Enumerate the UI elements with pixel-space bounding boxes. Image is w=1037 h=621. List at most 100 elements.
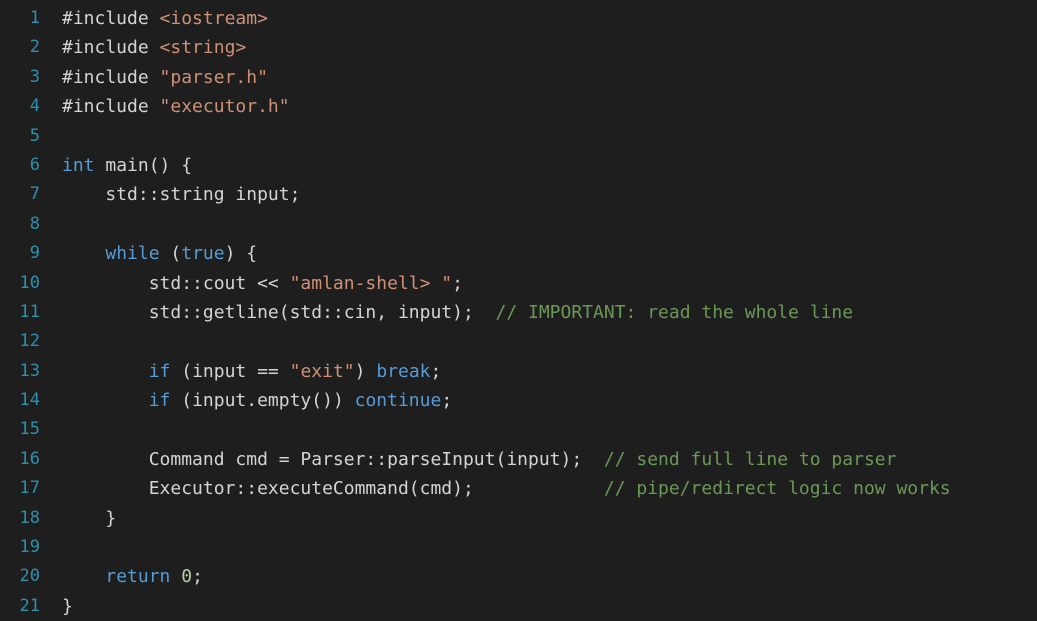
code-token-directive: #include — [62, 96, 160, 118]
code-line[interactable]: 5 — [0, 122, 1037, 151]
code-line[interactable]: 6 int main() { — [0, 151, 1037, 180]
code-token-plain: Command cmd = Parser::parseInput(input); — [62, 448, 604, 470]
code-token-plain: std::string input; — [62, 184, 301, 206]
code-line[interactable]: 11 std::getline(std::cin, input); // IMP… — [0, 298, 1037, 327]
code-token-control: if — [148, 360, 171, 382]
line-code[interactable]: if (input.empty()) continue; — [52, 386, 1037, 415]
line-code[interactable]: } — [52, 504, 1037, 533]
line-code[interactable]: #include "executor.h" — [52, 92, 1037, 121]
code-line[interactable]: 18 } — [0, 504, 1037, 533]
line-code[interactable]: return 0; — [52, 562, 1037, 591]
line-number: 8 — [29, 213, 40, 234]
code-line[interactable]: 8 — [0, 210, 1037, 239]
line-code[interactable] — [52, 210, 1037, 239]
code-token-string: "executor.h" — [159, 96, 290, 118]
code-line[interactable]: 4 #include "executor.h" — [0, 92, 1037, 121]
line-code[interactable]: while (true) { — [52, 239, 1037, 268]
code-token-plain: (input == — [170, 360, 290, 382]
code-line[interactable]: 13 if (input == "exit") break; — [0, 357, 1037, 386]
line-code[interactable]: std::string input; — [52, 180, 1037, 209]
code-line[interactable]: 15 — [0, 415, 1037, 444]
line-number: 18 — [19, 507, 40, 528]
code-token-plain: ; — [452, 272, 463, 294]
line-code[interactable]: std::getline(std::cin, input); // IMPORT… — [52, 298, 1037, 327]
line-code[interactable]: } — [52, 592, 1037, 621]
code-token-string: "parser.h" — [159, 66, 268, 88]
line-code[interactable] — [52, 122, 1037, 151]
code-line[interactable]: 20 return 0; — [0, 562, 1037, 591]
code-token-keyword: int — [62, 154, 95, 176]
line-number: 19 — [19, 537, 40, 558]
line-code[interactable]: #include "parser.h" — [52, 63, 1037, 92]
line-number: 5 — [29, 125, 40, 146]
code-line[interactable]: 2 #include <string> — [0, 33, 1037, 62]
line-number: 11 — [19, 301, 40, 322]
code-line[interactable]: 19 — [0, 533, 1037, 562]
line-code[interactable] — [52, 533, 1037, 562]
line-number: 9 — [29, 243, 40, 264]
line-code[interactable] — [52, 415, 1037, 444]
code-line[interactable]: 3 #include "parser.h" — [0, 63, 1037, 92]
code-token-string: "exit" — [289, 360, 355, 382]
line-code[interactable]: #include <iostream> — [52, 4, 1037, 33]
code-token-plain: main() { — [94, 154, 193, 176]
line-number: 1 — [29, 8, 40, 28]
line-code[interactable]: std::cout << "amlan-shell> "; — [52, 269, 1037, 298]
line-number: 17 — [19, 478, 40, 499]
code-line[interactable]: 17 Executor::executeCommand(cmd); // pip… — [0, 474, 1037, 503]
line-number: 14 — [19, 390, 40, 411]
line-number: 20 — [19, 566, 40, 587]
code-token-plain: std::cout << — [62, 272, 290, 294]
line-number: 4 — [29, 96, 40, 117]
line-code[interactable]: Command cmd = Parser::parseInput(input);… — [52, 445, 1037, 474]
code-token-plain: std::getline(std::cin, input); — [62, 301, 496, 323]
line-number: 12 — [19, 331, 40, 352]
code-token-string: <iostream> — [159, 8, 268, 29]
code-line[interactable]: 7 std::string input; — [0, 180, 1037, 209]
code-token-comment: // send full line to parser — [603, 448, 897, 470]
line-number: 10 — [19, 272, 40, 293]
line-number: 13 — [19, 360, 40, 381]
code-token-comment: // pipe/redirect logic now works — [603, 478, 951, 500]
code-token-number: 0 — [181, 566, 193, 588]
code-token-plain: ; — [441, 390, 453, 412]
code-token-string: "amlan-shell> " — [289, 272, 453, 294]
code-line[interactable]: 16 Command cmd = Parser::parseInput(inpu… — [0, 445, 1037, 474]
line-code[interactable]: if (input == "exit") break; — [52, 357, 1037, 386]
code-token-control: continue — [354, 390, 442, 412]
code-line[interactable]: 1 #include <iostream> — [0, 4, 1037, 33]
code-token-plain: } — [62, 507, 117, 529]
line-number: 2 — [29, 37, 40, 58]
code-token-plain: ( — [159, 243, 182, 265]
code-token-plain: Executor::executeCommand(cmd); — [62, 478, 604, 500]
line-code[interactable]: Executor::executeCommand(cmd); // pipe/r… — [52, 474, 1037, 503]
code-token-control: if — [148, 390, 171, 412]
code-token-plain: ; — [192, 566, 203, 588]
code-token-directive: #include — [62, 8, 160, 29]
code-token-plain: ; — [430, 360, 442, 382]
line-code[interactable] — [52, 327, 1037, 356]
code-line[interactable]: 10 std::cout << "amlan-shell> "; — [0, 269, 1037, 298]
line-number: 6 — [29, 154, 40, 175]
code-token-directive: #include — [62, 37, 160, 59]
line-code[interactable]: int main() { — [52, 151, 1037, 180]
code-token-plain: ) { — [224, 243, 258, 265]
code-editor[interactable]: 1 #include <iostream> 2 #include <string> 3 #… — [0, 0, 1037, 617]
code-line[interactable]: 9 while (true) { — [0, 239, 1037, 268]
line-number: 15 — [19, 419, 40, 440]
code-line[interactable]: 12 — [0, 327, 1037, 356]
code-line[interactable]: 21} — [0, 592, 1037, 621]
code-token-plain: (input.empty()) — [170, 390, 355, 412]
code-token-string: <string> — [159, 37, 247, 59]
line-code[interactable]: #include <string> — [52, 33, 1037, 62]
code-token-plain: ) — [354, 360, 377, 382]
code-token-control: break — [376, 360, 431, 382]
code-token-control: while — [105, 243, 160, 265]
code-line[interactable]: 14 if (input.empty()) continue; — [0, 386, 1037, 415]
code-token-keyword: true — [181, 243, 225, 265]
